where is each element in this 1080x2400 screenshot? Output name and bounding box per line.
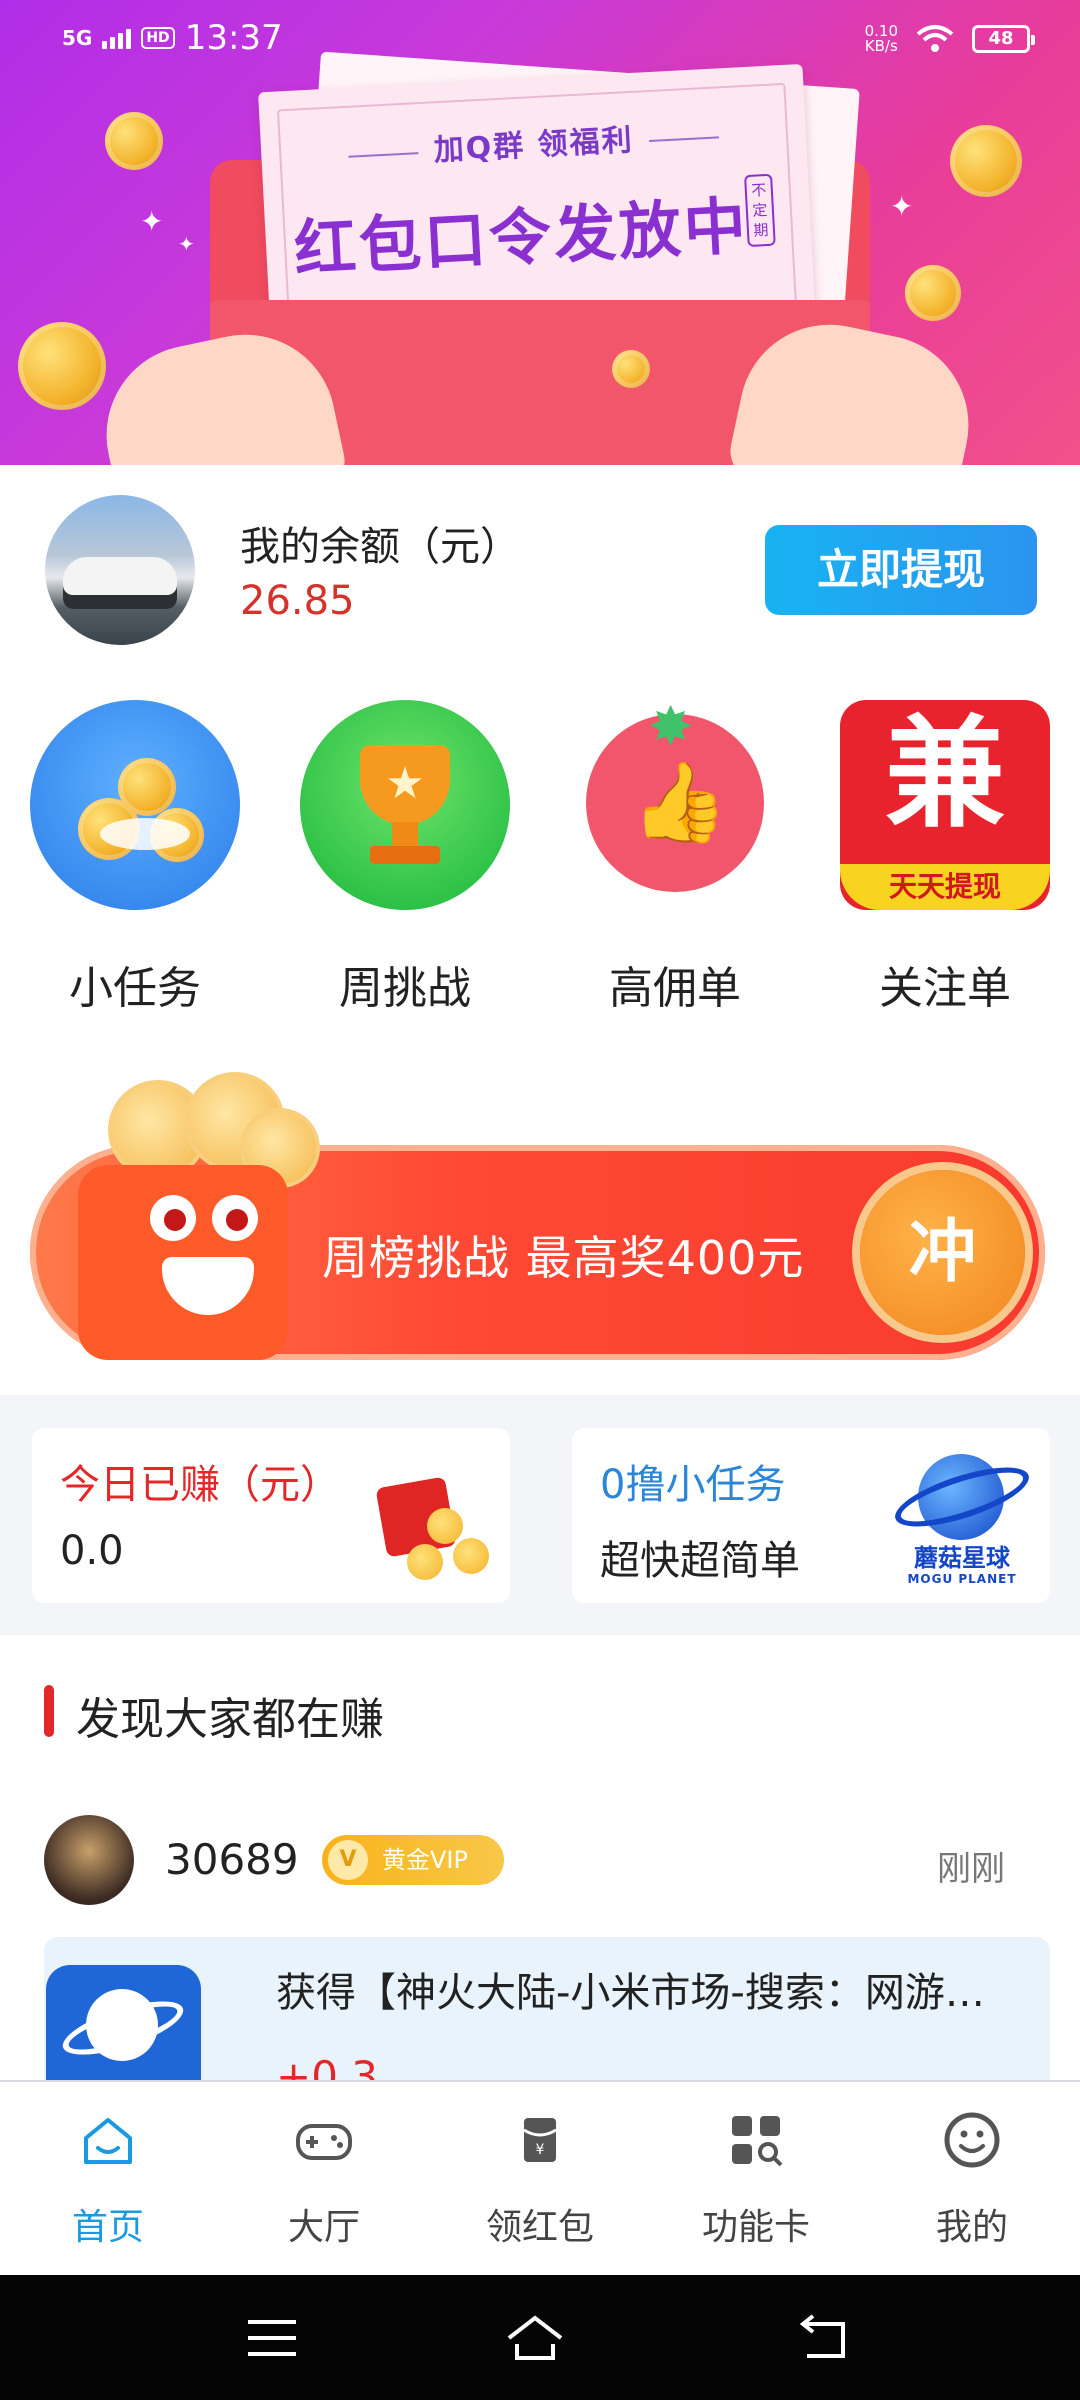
nav-red-packet[interactable]: ¥ 领红包 <box>432 2082 648 2277</box>
balance-value: 26.85 <box>240 578 355 624</box>
quick-action-weekly-challenge[interactable]: ★ 周挑战 <box>290 700 520 1016</box>
back-icon[interactable] <box>795 2310 855 2366</box>
coin-decoration <box>105 112 163 170</box>
mascot-eye <box>212 1195 258 1241</box>
bottom-navigation: 首页 大厅 ¥ 领红包 功能卡 我的 <box>0 2080 1080 2275</box>
vip-crown-icon: V <box>328 1840 368 1880</box>
jian-app-icon: 兼 天天提现 <box>840 700 1050 910</box>
promo-banner[interactable]: 5G HD 13:37 0.10 KB/s 48 ✦ ✦ ✦ 加Q群 领福利 红包… <box>0 0 1080 465</box>
today-earnings-card[interactable]: 今日已赚（元） 0.0 <box>32 1428 510 1603</box>
menu-icon[interactable] <box>242 2310 302 2366</box>
withdraw-button[interactable]: 立即提现 <box>765 525 1037 615</box>
battery-icon: 48 <box>972 25 1035 53</box>
sparkle-icon: ✦ <box>178 232 195 256</box>
small-task-subtitle: 超快超简单 <box>600 1538 800 1584</box>
feed-user-avatar <box>44 1815 134 1905</box>
signal-icon <box>102 27 132 49</box>
smile-icon <box>944 2112 1000 2168</box>
mogu-planet-app-icon <box>46 1965 201 2085</box>
feed-user-id: 30689 <box>165 1835 299 1884</box>
small-task-title: 0撸小任务 <box>600 1462 786 1508</box>
quick-action-small-task[interactable]: 小任务 <box>20 700 250 1016</box>
gamepad-icon <box>296 2124 352 2160</box>
trophy-icon: ★ <box>300 700 510 910</box>
coin-decoration <box>905 265 961 321</box>
quick-action-high-commission[interactable]: ✸ 👍 高佣单 <box>560 700 790 1016</box>
today-earnings-value: 0.0 <box>60 1528 124 1574</box>
nav-function-card[interactable]: 功能卡 <box>648 2082 864 2277</box>
red-packet-icon: ¥ <box>523 2118 557 2162</box>
system-navigation-bar <box>0 2275 1080 2400</box>
status-bar: 5G HD 13:37 0.10 KB/s 48 <box>0 0 1080 90</box>
hd-icon: HD <box>141 27 175 49</box>
mogu-planet-logo: 蘑菇星球 MOGU PLANET <box>888 1446 1036 1586</box>
home-key-icon[interactable] <box>505 2310 565 2366</box>
feed-task-reward: +0.3 <box>276 2052 378 2082</box>
feed-time: 刚刚 <box>937 1849 1005 1889</box>
red-envelope-icon <box>357 1448 497 1588</box>
coin-decoration <box>612 350 650 388</box>
feed-title: 发现大家都在赚 <box>76 1694 384 1745</box>
small-task-card[interactable]: 0撸小任务 超快超简单 蘑菇星球 MOGU PLANET <box>572 1428 1050 1603</box>
banner-tag: 不定期 <box>744 173 776 248</box>
mascot-eye <box>150 1195 196 1241</box>
vip-badge: V 黄金VIP <box>322 1835 504 1885</box>
nav-mine[interactable]: 我的 <box>864 2082 1080 2277</box>
quick-actions: 小任务 ★ 周挑战 ✸ 👍 高佣单 兼 天天提现 关注单 <box>0 700 1080 1030</box>
sparkle-icon: ✦ <box>140 205 164 238</box>
sparkle-icon: ✦ <box>890 190 914 223</box>
nav-home[interactable]: 首页 <box>0 2082 216 2277</box>
thumbs-up-icon: ✸ 👍 <box>586 700 764 892</box>
quick-action-follow[interactable]: 兼 天天提现 关注单 <box>830 700 1060 1016</box>
challenge-go-button[interactable]: 冲 <box>860 1170 1025 1335</box>
network-type: 5G <box>62 26 93 50</box>
section-marker <box>44 1685 54 1737</box>
balance-label: 我的余额（元） <box>240 524 520 570</box>
wifi-icon <box>916 25 954 52</box>
nav-hall[interactable]: 大厅 <box>216 2082 432 2277</box>
today-earnings-label: 今日已赚（元） <box>60 1462 340 1508</box>
coin-decoration <box>950 125 1022 197</box>
feed-task-text: 获得【神火大陆-小米市场-搜索：网游… <box>276 1970 985 2016</box>
coin-decoration <box>18 322 106 410</box>
network-speed: 0.10 KB/s <box>864 22 898 55</box>
user-avatar[interactable] <box>45 495 195 645</box>
grid-search-icon <box>732 2116 783 2167</box>
coin-stack-icon <box>30 700 240 910</box>
challenge-text: 周榜挑战 最高奖400元 <box>322 1231 805 1285</box>
clock: 13:37 <box>184 18 283 58</box>
svg-text:¥: ¥ <box>536 2142 545 2158</box>
home-icon <box>84 2118 132 2164</box>
